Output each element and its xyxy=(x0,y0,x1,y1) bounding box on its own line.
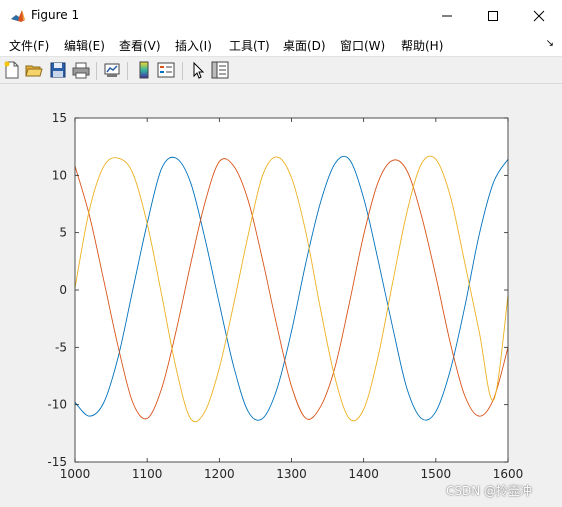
line-chart[interactable]: 1000 1100 1200 1300 1400 1500 1600 -15 -10 -5 0 5 10… xyxy=(0,84,562,507)
y-tick-label: 15 xyxy=(52,111,67,125)
menu-desktop[interactable]: 桌面(D) xyxy=(283,37,326,54)
window-title: Figure 1 xyxy=(31,8,80,22)
print-icon[interactable] xyxy=(72,61,90,79)
y-tick-label: -15 xyxy=(47,455,67,469)
minimize-icon xyxy=(442,15,452,17)
x-tick-label: 1600 xyxy=(493,467,524,481)
menu-edit[interactable]: 编辑(E) xyxy=(64,37,105,54)
close-icon xyxy=(533,10,545,22)
toolbar-separator xyxy=(96,62,97,80)
menu-file[interactable]: 文件(F) xyxy=(9,37,49,54)
link-plot-icon[interactable] xyxy=(103,61,121,79)
y-tick-label: 10 xyxy=(52,168,67,182)
menu-bar: 文件(F) 编辑(E) 查看(V) 插入(I) 工具(T) 桌面(D) 窗口(W… xyxy=(0,32,562,56)
menu-window[interactable]: 窗口(W) xyxy=(340,37,385,54)
menu-tools[interactable]: 工具(T) xyxy=(229,37,270,54)
x-tick-label: 1100 xyxy=(132,467,163,481)
legend-icon[interactable] xyxy=(157,61,175,79)
colorbar-icon[interactable] xyxy=(135,61,153,79)
menu-insert[interactable]: 插入(I) xyxy=(175,37,212,54)
maximize-icon xyxy=(488,11,498,21)
menu-view[interactable]: 查看(V) xyxy=(119,37,161,54)
save-icon[interactable] xyxy=(49,61,67,79)
x-tick-label: 1200 xyxy=(204,467,235,481)
figure-canvas: 1000 1100 1200 1300 1400 1500 1600 -15 -10 -5 0 5 10… xyxy=(0,84,562,507)
x-tick-label: 1400 xyxy=(348,467,379,481)
close-button[interactable] xyxy=(516,0,562,32)
axes-background xyxy=(75,118,508,462)
figure-toolbar xyxy=(0,56,562,84)
y-tick-label: 5 xyxy=(59,226,67,240)
maximize-button[interactable] xyxy=(470,0,516,32)
x-tick-label: 1000 xyxy=(60,467,91,481)
y-tick-label: -5 xyxy=(55,340,67,354)
property-inspector-icon[interactable] xyxy=(211,61,229,79)
open-file-icon[interactable] xyxy=(25,61,43,79)
toolbar-separator xyxy=(127,62,128,80)
matlab-logo-icon xyxy=(10,8,26,24)
new-figure-icon[interactable] xyxy=(3,61,21,79)
y-tick-label: -10 xyxy=(47,398,67,412)
y-tick-label: 0 xyxy=(59,283,67,297)
menu-overflow-arrow-icon[interactable]: ↘ xyxy=(546,38,554,49)
menu-help[interactable]: 帮助(H) xyxy=(401,37,443,54)
x-tick-label: 1300 xyxy=(276,467,307,481)
edit-plot-arrow-icon[interactable] xyxy=(189,61,207,79)
minimize-button[interactable] xyxy=(424,0,470,32)
toolbar-separator xyxy=(182,62,183,80)
watermark-text: CSDN @拎壶冲 xyxy=(446,484,533,498)
x-tick-label: 1500 xyxy=(421,467,452,481)
title-bar: Figure 1 xyxy=(0,0,562,32)
